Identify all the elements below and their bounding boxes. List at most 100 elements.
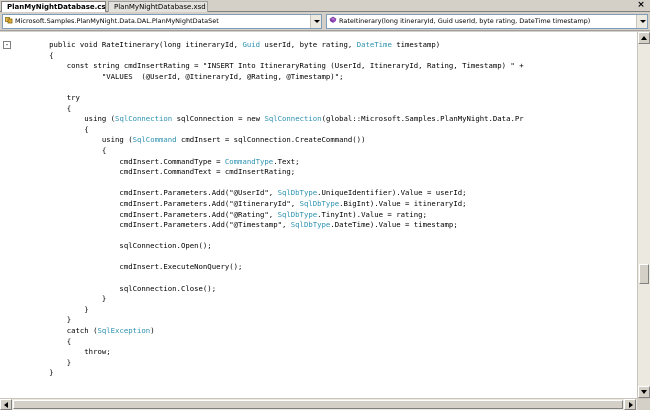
type-name-token: SqlDbType	[299, 198, 340, 208]
method-icon	[329, 16, 337, 24]
code-token: .DateTime).Value = timestamp;	[330, 220, 458, 230]
code-line: using (SqlConnection sqlConnection = new…	[14, 114, 637, 125]
code-token: timestamp)	[391, 40, 441, 49]
code-token: catch (	[14, 326, 98, 336]
code-line: cmdInsert.ExecuteNonQuery();	[14, 262, 637, 273]
code-editor[interactable]: - public void RateItinerary(long itinera…	[0, 32, 637, 398]
code-token: {	[14, 50, 54, 60]
size-grip	[637, 399, 650, 410]
member-dropdown-value: RateItinerary(long itineraryId, Guid use…	[339, 17, 591, 25]
code-token: cmdInsert = sqlConnection.CreateCommand(…	[176, 135, 366, 145]
code-token: cmdInsert.Parameters.Add("@Rating",	[14, 209, 278, 219]
code-line: cmdInsert.CommandType = CommandType.Text…	[14, 157, 637, 168]
code-line: cmdInsert.Parameters.Add("@UserId", SqlD…	[14, 188, 637, 199]
type-name-token: SqlCommand	[132, 135, 177, 145]
code-token: cmdInsert.CommandText = cmdInsertRating;	[14, 167, 296, 177]
code-line: }	[14, 358, 637, 369]
type-name-token: SqlConnection	[115, 114, 173, 124]
code-line: cmdInsert.Parameters.Add("@Timestamp", S…	[14, 220, 637, 231]
vertical-scrollbar[interactable]	[637, 32, 650, 398]
code-token: }	[14, 304, 89, 314]
code-token: cmdInsert.CommandType =	[14, 156, 225, 166]
close-icon[interactable]: ×	[636, 0, 646, 11]
code-token: throw;	[14, 347, 111, 357]
type-name-token: SqlConnection	[264, 114, 322, 124]
type-name-token: SqlDbType	[290, 220, 331, 230]
code-line: catch (SqlException)	[14, 326, 637, 337]
type-name-token: SqlException	[97, 326, 151, 336]
horizontal-scrollbar[interactable]	[0, 398, 650, 410]
code-line: {	[14, 337, 637, 348]
code-line: "VALUES (@UserId, @ItineraryId, @Rating,…	[14, 72, 637, 83]
type-name-token: CommandType	[224, 156, 274, 166]
code-token: using (	[14, 114, 116, 124]
type-dropdown-value: Microsoft.Samples.PlanMyNight.Data.DAL.P…	[15, 17, 219, 25]
code-token: {	[14, 145, 107, 155]
code-line: }	[14, 294, 637, 305]
code-text-area[interactable]: public void RateItinerary(long itinerary…	[14, 40, 637, 379]
code-line: try	[14, 93, 637, 104]
code-token: }	[14, 368, 54, 378]
member-dropdown[interactable]: RateItinerary(long itineraryId, Guid use…	[326, 14, 648, 29]
code-token: .Text;	[273, 156, 300, 166]
code-token: userId, byte rating,	[260, 40, 357, 49]
class-icon	[5, 16, 13, 24]
code-token: .UniqueIdentifier).Value = userId;	[317, 188, 467, 198]
code-line: sqlConnection.Close();	[14, 284, 637, 295]
chevron-down-icon[interactable]	[636, 15, 647, 28]
scroll-right-icon[interactable]	[624, 399, 636, 410]
code-token: try	[14, 92, 80, 102]
code-token: sqlConnection.Close();	[14, 283, 217, 293]
chevron-down-icon[interactable]	[310, 15, 321, 28]
code-token: {	[14, 103, 72, 113]
outlining-margin: -	[0, 32, 14, 398]
navigation-bar: Microsoft.Samples.PlanMyNight.Data.DAL.P…	[0, 12, 650, 31]
code-line: sqlConnection.Open();	[14, 241, 637, 252]
code-token: .TinyInt).Value = rating;	[317, 209, 427, 219]
type-dropdown[interactable]: Microsoft.Samples.PlanMyNight.Data.DAL.P…	[2, 14, 322, 29]
code-line: }	[14, 305, 637, 316]
code-line: {	[14, 51, 637, 62]
code-line: cmdInsert.Parameters.Add("@Rating", SqlD…	[14, 210, 637, 221]
code-token: )	[150, 326, 155, 336]
code-line: throw;	[14, 347, 637, 358]
code-token: cmdInsert.Parameters.Add("@UserId",	[14, 188, 278, 198]
scroll-up-icon[interactable]	[638, 32, 650, 44]
type-name-token: SqlDbType	[277, 188, 318, 198]
code-line: {	[14, 146, 637, 157]
code-token: }	[14, 315, 72, 325]
code-token: }	[14, 357, 72, 367]
scroll-left-icon[interactable]	[0, 399, 12, 410]
horizontal-scroll-thumb[interactable]	[13, 400, 623, 409]
code-token: (global::Microsoft.Samples.PlanMyNight.D…	[321, 114, 524, 124]
code-token: cmdInsert.ExecuteNonQuery();	[14, 262, 243, 272]
code-token: cmdInsert.Parameters.Add("@Timestamp",	[14, 220, 291, 230]
tab-planmynightdatabase-xsd[interactable]: PlanMyNightDatabase.xsd	[108, 1, 208, 12]
code-token: "VALUES (@UserId, @ItineraryId, @Rating,…	[14, 71, 344, 81]
type-name-token: SqlDbType	[277, 209, 318, 219]
code-token: public void RateItinerary(long itinerary…	[14, 40, 243, 49]
code-line: const string cmdInsertRating = "INSERT I…	[14, 61, 637, 72]
collapse-toggle-icon[interactable]: -	[3, 41, 11, 49]
document-tab-strip: PlanMyNightDatabase.cs PlanMyNightDataba…	[0, 0, 650, 13]
type-name-token: DateTime	[356, 40, 392, 49]
code-token: {	[14, 124, 89, 134]
code-line: {	[14, 125, 637, 136]
code-line: }	[14, 368, 637, 379]
code-line: {	[14, 104, 637, 115]
code-token: {	[14, 336, 72, 346]
code-line: }	[14, 315, 637, 326]
code-token: sqlConnection.Open();	[14, 241, 212, 251]
code-line: public void RateItinerary(long itinerary…	[14, 40, 637, 51]
vertical-scroll-thumb[interactable]	[639, 264, 649, 284]
code-line: cmdInsert.Parameters.Add("@ItineraryId",…	[14, 199, 637, 210]
code-token: .BigInt).Value = itineraryId;	[339, 198, 467, 208]
code-line: cmdInsert.CommandText = cmdInsertRating;	[14, 167, 637, 178]
code-token: using (	[14, 135, 133, 145]
scroll-down-icon[interactable]	[638, 386, 650, 398]
